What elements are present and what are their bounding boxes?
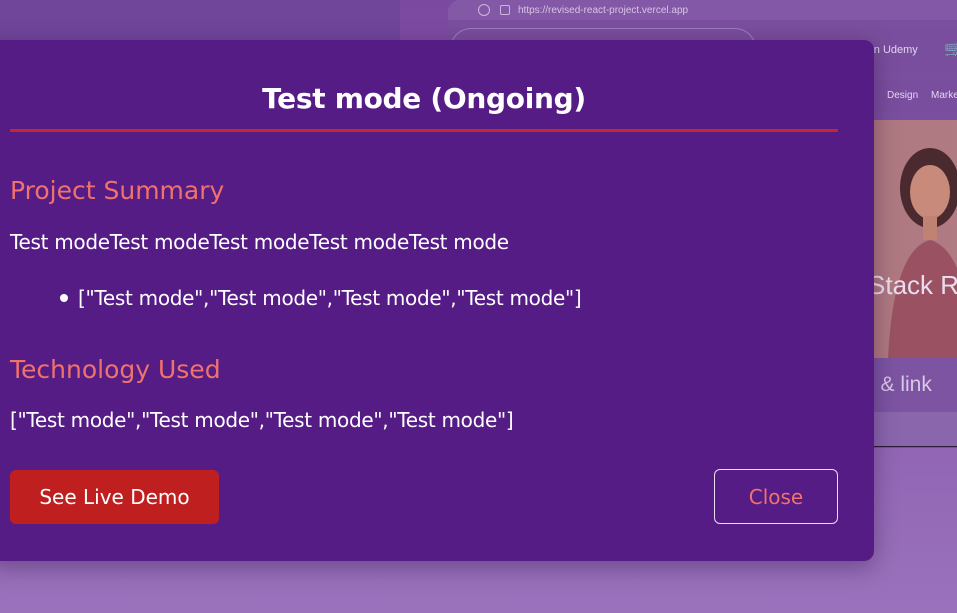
browser-url-bar[interactable]: https://revised-react-project.vercel.app	[448, 0, 957, 20]
summary-bullet-list: ["Test mode","Test mode","Test mode","Te…	[60, 284, 582, 312]
title-divider	[10, 129, 838, 132]
category-marketing[interactable]: Marke	[931, 90, 957, 101]
category-design[interactable]: Design	[887, 90, 918, 101]
technology-used-text: ["Test mode","Test mode","Test mode","Te…	[10, 408, 514, 432]
hero-person-image	[888, 148, 957, 360]
shield-icon	[478, 4, 490, 16]
project-summary-text: Test modeTest modeTest modeTest modeTest…	[10, 230, 509, 254]
list-item: ["Test mode","Test mode","Test mode","Te…	[60, 284, 582, 312]
see-live-demo-button[interactable]: See Live Demo	[10, 470, 219, 524]
bullet-text: ["Test mode","Test mode","Test mode","Te…	[78, 286, 582, 310]
project-summary-heading: Project Summary	[10, 176, 225, 205]
technology-used-heading: Technology Used	[10, 355, 221, 384]
lock-icon	[500, 5, 510, 15]
bullet-icon	[60, 294, 68, 302]
modal-title: Test mode (Ongoing)	[262, 82, 586, 115]
close-button[interactable]: Close	[714, 469, 838, 524]
cart-icon[interactable]: 🛒	[944, 40, 957, 58]
hero-heading: Stack R	[868, 270, 957, 300]
browser-url: https://revised-react-project.vercel.app	[518, 4, 689, 16]
project-details-modal: Test mode (Ongoing) Project Summary Test…	[0, 40, 874, 561]
